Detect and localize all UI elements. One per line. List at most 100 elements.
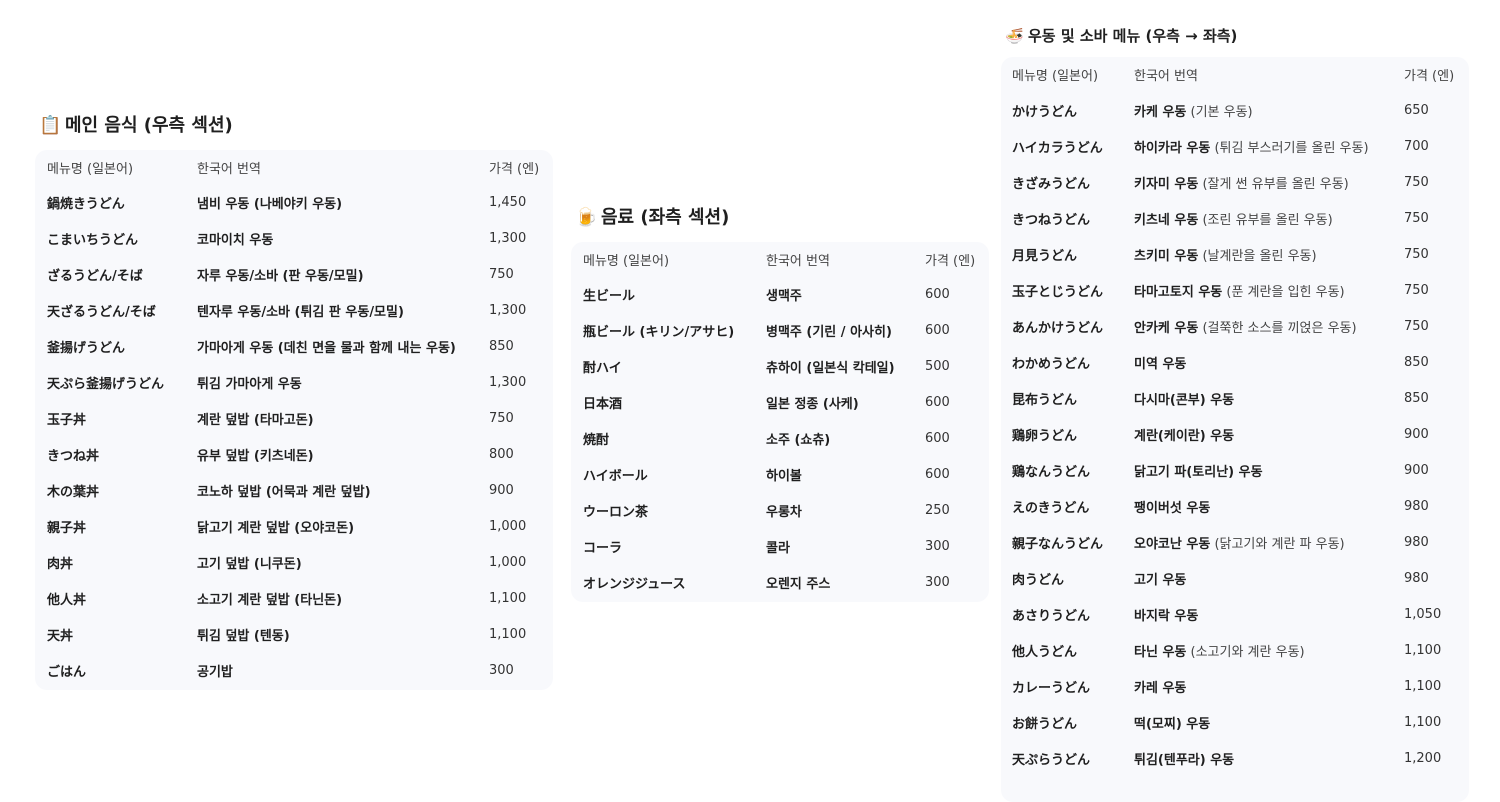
header-korean: 한국어 번역 — [197, 161, 261, 177]
menu-name-japanese: 玉子丼 — [47, 412, 87, 428]
menu-name-korean: 떡(모찌) 우동 — [1134, 713, 1210, 732]
menu-price: 1,300 — [489, 230, 527, 246]
korean-name: 생맥주 — [766, 288, 802, 304]
korean-name: 고기 덮밥 (니쿠돈) — [197, 556, 302, 572]
table-row: 釜揚げうどん 가마아게 우동 (데친 면을 물과 함께 내는 우동) 850 — [35, 328, 553, 364]
korean-name: 일본 정종 (사케) — [766, 396, 859, 412]
menu-name-japanese: 天ざるうどん/そば — [47, 304, 156, 320]
menu-name-korean: 냄비 우동 (나베야키 우동) — [197, 193, 342, 212]
korean-name: 계란 덮밥 (타마고돈) — [197, 412, 314, 428]
menu-name-japanese: 天丼 — [47, 628, 74, 644]
menu-price: 1,100 — [489, 626, 527, 642]
table-row: 酎ハイ 츄하이 (일본식 칵테일) 500 — [571, 348, 989, 384]
menu-name-korean: 카케 우동 (기본 우동) — [1134, 101, 1253, 120]
korean-name: 고기 우동 — [1134, 572, 1187, 588]
menu-name-korean: 카레 우동 — [1134, 677, 1186, 696]
korean-description: (튀김 부스러기를 올린 우동) — [1214, 140, 1369, 156]
menu-name-japanese: オレンジジュース — [583, 576, 686, 592]
korean-name: 미역 우동 — [1134, 356, 1187, 372]
korean-name: 냄비 우동 (나베야키 우동) — [197, 196, 343, 212]
drinks-title: 🍺 음료 (좌측 섹션) — [575, 206, 729, 230]
menu-name-japanese: こまいちうどん — [47, 232, 139, 248]
menu-name-japanese: 肉うどん — [1012, 572, 1065, 588]
table-row: カレーうどん 카레 우동 1,100 — [1001, 668, 1469, 704]
header-price: 가격 (엔) — [925, 253, 976, 269]
menu-name-korean: 계란(케이란) 우동 — [1134, 425, 1234, 444]
menu-name-korean: 생맥주 — [766, 285, 802, 304]
korean-description: (조린 유부를 올린 우동) — [1202, 212, 1333, 228]
menu-price: 600 — [925, 322, 950, 338]
menu-name-korean: 오렌지 주스 — [766, 573, 830, 592]
table-row: 親子丼 닭고기 계란 덮밥 (오야코돈) 1,000 — [35, 508, 553, 544]
korean-description: (소고기와 계란 우동) — [1190, 644, 1305, 660]
table-row: 肉うどん 고기 우동 980 — [1001, 560, 1469, 596]
menu-name-japanese: 木の葉丼 — [47, 484, 100, 500]
table-row: 鶏卵うどん 계란(케이란) 우동 900 — [1001, 416, 1469, 452]
table-row: コーラ 콜라 300 — [571, 528, 989, 564]
menu-price: 850 — [1404, 390, 1429, 406]
korean-name: 튀김(텐푸라) 우동 — [1134, 752, 1235, 768]
menu-name-korean: 공기밥 — [197, 661, 233, 680]
korean-name: 닭고기 계란 덮밥 (오야코돈) — [197, 520, 355, 536]
menu-name-korean: 안카케 우동 (걸쭉한 소스를 끼얹은 우동) — [1134, 317, 1357, 336]
menu-price: 800 — [489, 446, 514, 462]
menu-name-japanese: 昆布うどん — [1012, 392, 1078, 408]
table-row: 焼酎 소주 (쇼츄) 600 — [571, 420, 989, 456]
korean-description: (푼 계란을 입힌 우동) — [1226, 284, 1345, 300]
menu-price: 980 — [1404, 534, 1429, 550]
menu-price: 600 — [925, 430, 950, 446]
korean-name: 가마아게 우동 (데친 면을 물과 함께 내는 우동) — [197, 340, 456, 356]
table-row: こまいちうどん 코마이치 우동 1,300 — [35, 220, 553, 256]
menu-name-japanese: 天ぷら釜揚げうどん — [47, 376, 165, 392]
menu-price: 600 — [925, 466, 950, 482]
table-row: きざみうどん 키자미 우동 (잘게 썬 유부를 올린 우동) 750 — [1001, 164, 1469, 200]
noodle-bowl-icon: 🍜 — [1005, 27, 1024, 45]
menu-name-japanese: ざるうどん/そば — [47, 268, 143, 284]
menu-name-korean: 닭고기 파(토리난) 우동 — [1134, 461, 1263, 480]
table-row: 木の葉丼 코노하 덮밥 (어묵과 계란 덮밥) 900 — [35, 472, 553, 508]
menu-name-korean: 오야코난 우동 (닭고기와 계란 파 우동) — [1134, 533, 1345, 552]
korean-name: 유부 덮밥 (키츠네돈) — [197, 448, 314, 464]
table-header: 메뉴명 (일본어) 한국어 번역 가격 (엔) — [35, 150, 553, 184]
korean-name: 하이볼 — [766, 468, 802, 484]
menu-name-korean: 코마이치 우동 — [197, 229, 273, 248]
menu-name-korean: 소주 (쇼츄) — [766, 429, 830, 448]
korean-name: 소고기 계란 덮밥 (타닌돈) — [197, 592, 343, 608]
table-row: オレンジジュース 오렌지 주스 300 — [571, 564, 989, 600]
korean-name: 튀김 덮밥 (텐동) — [197, 628, 290, 644]
main-food-table: 메뉴명 (일본어) 한국어 번역 가격 (엔) 鍋焼きうどん 냄비 우동 (나베야… — [35, 150, 553, 690]
menu-name-japanese: 焼酎 — [583, 432, 610, 448]
korean-name: 안카케 우동 — [1134, 320, 1199, 336]
table-row: ざるうどん/そば 자루 우동/소바 (판 우동/모밀) 750 — [35, 256, 553, 292]
korean-description: (닭고기와 계란 파 우동) — [1214, 536, 1345, 552]
menu-price: 300 — [925, 574, 950, 590]
table-row: えのきうどん 팽이버섯 우동 980 — [1001, 488, 1469, 524]
korean-name: 바지락 우동 — [1134, 608, 1199, 624]
korean-description: (걸쭉한 소스를 끼얹은 우동) — [1202, 320, 1357, 336]
korean-description: (날계란을 올린 우동) — [1202, 248, 1317, 264]
menu-name-japanese: 生ビール — [583, 288, 636, 304]
menu-name-korean: 키츠네 우동 (조린 유부를 올린 우동) — [1134, 209, 1333, 228]
menu-name-korean: 튀김 가마아게 우동 — [197, 373, 302, 392]
menu-name-korean: 계란 덮밥 (타마고돈) — [197, 409, 314, 428]
korean-name: 닭고기 파(토리난) 우동 — [1134, 464, 1263, 480]
menu-name-korean: 닭고기 계란 덮밥 (오야코돈) — [197, 517, 354, 536]
table-row: ごはん 공기밥 300 — [35, 652, 553, 688]
menu-name-korean: 츠키미 우동 (날계란을 올린 우동) — [1134, 245, 1317, 264]
table-row: 他人丼 소고기 계란 덮밥 (타닌돈) 1,100 — [35, 580, 553, 616]
korean-name: 텐자루 우동/소바 (튀김 판 우동/모밀) — [197, 304, 404, 320]
korean-name: 하이카라 우동 — [1134, 140, 1211, 156]
menu-price: 900 — [1404, 426, 1429, 442]
table-row: 肉丼 고기 덮밥 (니쿠돈) 1,000 — [35, 544, 553, 580]
menu-price: 1,300 — [489, 302, 527, 318]
menu-price: 600 — [925, 394, 950, 410]
menu-name-japanese: きざみうどん — [1012, 176, 1091, 192]
menu-name-korean: 코노하 덮밥 (어묵과 계란 덮밥) — [197, 481, 371, 500]
menu-name-japanese: きつねうどん — [1012, 212, 1091, 228]
table-row: 瓶ビール (キリン/アサヒ) 병맥주 (기린 / 아사히) 600 — [571, 312, 989, 348]
main-food-title-text: 메인 음식 (우측 섹션) — [65, 115, 233, 136]
korean-name: 츠키미 우동 — [1134, 248, 1199, 264]
menu-price: 750 — [1404, 246, 1429, 262]
menu-name-japanese: 親子丼 — [47, 520, 87, 536]
korean-name: 계란(케이란) 우동 — [1134, 428, 1235, 444]
